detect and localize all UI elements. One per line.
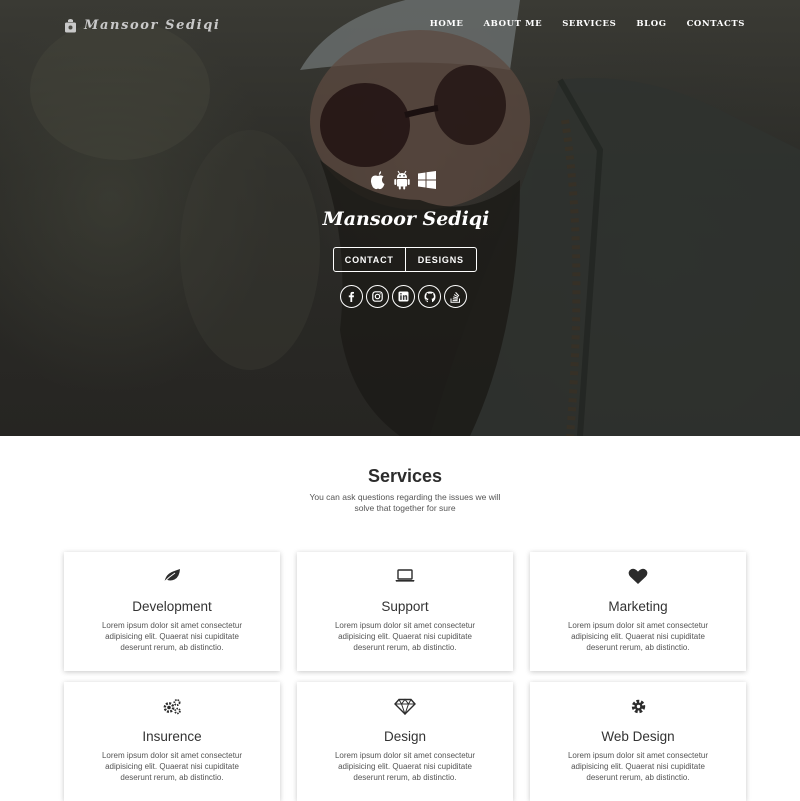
stackoverflow-link[interactable] xyxy=(444,285,467,308)
diamond-icon xyxy=(394,698,416,715)
github-link[interactable] xyxy=(418,285,441,308)
service-card-marketing: Marketing Lorem ipsum dolor sit amet con… xyxy=(530,552,746,671)
windows-icon xyxy=(418,171,436,189)
service-card-text: Lorem ipsum dolor sit amet consectetur a… xyxy=(334,621,476,652)
hero-section: Mansoor Sediqi HOME ABOUT ME SERVICES BL… xyxy=(0,0,800,436)
cogs-icon xyxy=(163,699,181,715)
contact-button[interactable]: CONTACT xyxy=(334,248,405,271)
facebook-icon xyxy=(348,291,354,302)
service-card-title: Design xyxy=(383,729,427,744)
github-icon xyxy=(424,291,435,302)
service-card-title: Support xyxy=(381,599,429,614)
service-card-insurence: Insurence Lorem ipsum dolor sit amet con… xyxy=(64,682,280,801)
service-card-development: Development Lorem ipsum dolor sit amet c… xyxy=(64,552,280,671)
hero-name: Mansoor Sediqi xyxy=(322,208,490,230)
instagram-link[interactable] xyxy=(366,285,389,308)
service-card-text: Lorem ipsum dolor sit amet consectetur a… xyxy=(567,751,709,782)
service-card-text: Lorem ipsum dolor sit amet consectetur a… xyxy=(101,621,243,652)
platform-icons xyxy=(369,170,437,190)
facebook-link[interactable] xyxy=(340,285,363,308)
linkedin-link[interactable] xyxy=(392,285,415,308)
main-nav: HOME ABOUT ME SERVICES BLOG CONTACTS xyxy=(430,19,745,29)
leaf-icon xyxy=(163,569,180,583)
service-card-web-design: Web Design Lorem ipsum dolor sit amet co… xyxy=(530,682,746,801)
nav-about-me[interactable]: ABOUT ME xyxy=(483,19,542,29)
brand-logo[interactable]: Mansoor Sediqi xyxy=(64,18,220,33)
laptop-icon xyxy=(395,569,415,582)
apple-icon xyxy=(370,171,385,190)
linkedin-icon xyxy=(398,291,409,302)
service-card-title: Insurence xyxy=(142,729,202,744)
heart-icon xyxy=(628,568,648,584)
services-heading: Services xyxy=(367,466,443,486)
nav-services[interactable]: SERVICES xyxy=(562,19,616,29)
nav-contacts[interactable]: CONTACTS xyxy=(687,19,745,29)
service-card-design: Design Lorem ipsum dolor sit amet consec… xyxy=(297,682,513,801)
service-card-title: Development xyxy=(132,599,212,614)
instagram-icon xyxy=(372,291,383,302)
service-card-title: Marketing xyxy=(608,599,668,614)
gear-icon xyxy=(631,699,645,714)
service-card-title: Web Design xyxy=(601,729,675,744)
brand-logo-icon xyxy=(65,19,76,33)
nav-blog[interactable]: BLOG xyxy=(636,19,666,29)
designs-button[interactable]: DESIGNS xyxy=(404,248,477,271)
hero-cta-group: CONTACT DESIGNS xyxy=(333,247,477,272)
services-subtitle: You can ask questions regarding the issu… xyxy=(309,492,501,513)
android-icon xyxy=(394,170,410,190)
service-card-text: Lorem ipsum dolor sit amet consectetur a… xyxy=(334,751,476,782)
nav-home[interactable]: HOME xyxy=(430,19,464,29)
service-card-text: Lorem ipsum dolor sit amet consectetur a… xyxy=(101,751,243,782)
social-links xyxy=(340,285,467,308)
brand-name: Mansoor Sediqi xyxy=(84,18,221,33)
stackoverflow-icon xyxy=(450,291,460,303)
service-card-support: Support Lorem ipsum dolor sit amet conse… xyxy=(297,552,513,671)
service-card-text: Lorem ipsum dolor sit amet consectetur a… xyxy=(567,621,709,652)
